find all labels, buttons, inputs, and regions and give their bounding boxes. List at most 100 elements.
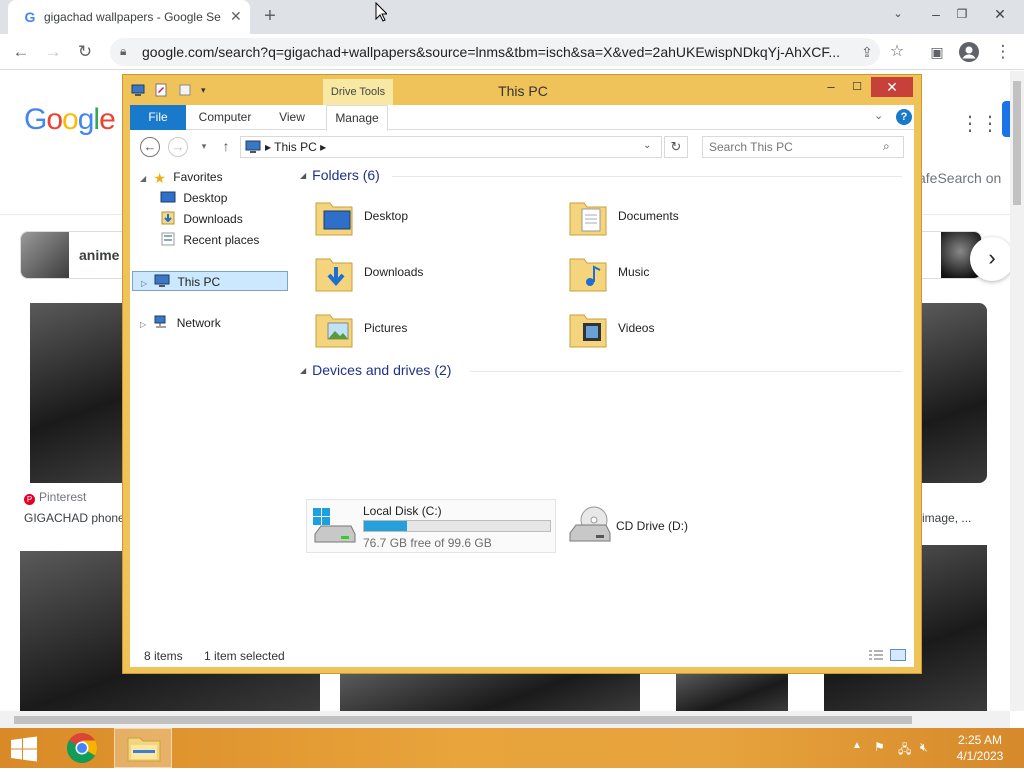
clock-date[interactable]: 4/1/2023	[940, 749, 1020, 763]
tab-manage[interactable]: Manage	[326, 105, 388, 131]
clock-time[interactable]: 2:25 AM	[940, 733, 1020, 747]
folder-label: Pictures	[364, 321, 408, 335]
new-folder-icon[interactable]	[178, 83, 192, 97]
network-icon	[154, 315, 167, 328]
up-arrow-icon[interactable]: ↑	[216, 137, 236, 157]
nav-item-network[interactable]: ▷ Network	[140, 313, 221, 333]
expand-arrow-icon[interactable]: ▷	[141, 274, 151, 294]
folder-icon	[127, 737, 161, 762]
quick-access-toolbar: ▾	[131, 82, 206, 100]
chrome-close-button[interactable]: ✕	[988, 2, 1012, 26]
related-chip-anime[interactable]: anime	[20, 231, 130, 279]
drive-tools-context: Drive Tools	[323, 79, 393, 105]
chrome-icon	[66, 733, 98, 764]
help-icon[interactable]: ?	[896, 109, 912, 125]
nav-label: This PC	[177, 275, 221, 289]
nav-item-this-pc[interactable]: ▷ This PC	[132, 271, 288, 291]
tab-computer[interactable]: Computer	[192, 105, 258, 130]
folder-desktop[interactable]: Desktop	[306, 191, 536, 243]
nav-item-recent-places[interactable]: Recent places	[160, 230, 259, 250]
ribbon-expand-chevron-icon[interactable]: ⌄	[874, 109, 883, 122]
back-arrow-icon[interactable]: ←	[8, 39, 34, 65]
start-button[interactable]	[6, 734, 42, 764]
group-header-folders[interactable]: ◢ Folders (6)	[300, 167, 380, 183]
folder-pictures[interactable]: Pictures	[306, 303, 536, 355]
back-button[interactable]: ←	[140, 137, 160, 157]
image-result[interactable]	[920, 303, 987, 483]
expand-arrow-icon[interactable]: ▷	[140, 315, 150, 335]
location-bar[interactable]: ▸ This PC ▸ ⌄	[240, 136, 662, 158]
explorer-titlebar[interactable]: ▾ Drive Tools This PC – ☐ ✕	[123, 75, 921, 105]
network-tray-icon[interactable]: 🖧︎	[898, 740, 911, 761]
group-divider	[470, 371, 902, 372]
result-source[interactable]: P Pinterest	[24, 490, 86, 505]
scrollbar-thumb[interactable]	[14, 716, 912, 724]
tab-close-icon[interactable]: ✕	[230, 8, 242, 25]
google-logo[interactable]: Google	[24, 103, 116, 137]
search-input[interactable]	[709, 139, 879, 155]
folder-documents[interactable]: Documents	[560, 191, 790, 243]
nav-item-desktop[interactable]: Desktop	[160, 188, 227, 208]
expand-arrow-icon[interactable]: ◢	[140, 169, 150, 189]
details-view-icon[interactable]	[868, 649, 884, 661]
taskbar-chrome[interactable]	[58, 728, 106, 768]
drive-free-space: 76.7 GB free of 99.6 GB	[363, 536, 492, 550]
bookmark-star-icon[interactable]: ☆	[884, 39, 910, 65]
qat-dropdown-icon[interactable]: ▾	[201, 85, 206, 95]
downloads-icon	[161, 211, 175, 225]
hard-drive-icon	[313, 508, 356, 543]
folder-music[interactable]: Music	[560, 247, 790, 299]
minimize-button[interactable]: –	[819, 77, 843, 97]
refresh-icon[interactable]: ↻	[664, 136, 688, 158]
image-result[interactable]	[340, 674, 640, 711]
chip-label: anime	[79, 247, 120, 263]
side-panel-icon[interactable]: ▣	[924, 39, 950, 65]
drive-cd-d[interactable]: CD Drive (D:)	[562, 499, 762, 553]
horizontal-scrollbar[interactable]	[0, 711, 1010, 728]
drive-local-disk-c[interactable]: Local Disk (C:) 76.7 GB free of 99.6 GB	[306, 499, 556, 553]
forward-arrow-icon[interactable]: →	[40, 39, 66, 65]
share-icon[interactable]: ⇪	[854, 39, 880, 65]
group-header-devices[interactable]: ◢ Devices and drives (2)	[300, 362, 451, 378]
action-center-flag-icon[interactable]: ⚑	[874, 740, 885, 754]
recent-locations-chevron-icon[interactable]: ▾	[194, 137, 214, 157]
folder-downloads[interactable]: Downloads	[306, 247, 536, 299]
nav-item-favorites[interactable]: ◢ ★ Favorites	[140, 167, 223, 187]
close-button[interactable]: ✕	[871, 77, 913, 97]
vertical-scrollbar[interactable]	[1010, 71, 1024, 711]
sign-in-button[interactable]	[1002, 101, 1010, 137]
show-hidden-icons-chevron-icon[interactable]: ▲	[852, 740, 862, 751]
folder-label: Documents	[618, 209, 679, 223]
computer-icon	[131, 84, 145, 96]
taskbar-file-explorer[interactable]	[114, 728, 172, 768]
nav-item-downloads[interactable]: Downloads	[160, 209, 243, 229]
large-icons-view-icon[interactable]	[890, 649, 906, 661]
profile-avatar-icon[interactable]	[956, 39, 982, 65]
tab-file[interactable]: File	[130, 105, 186, 130]
search-box[interactable]: ⌕	[702, 136, 904, 158]
pictures-folder-icon	[315, 314, 353, 348]
image-result[interactable]	[30, 303, 122, 483]
forward-button[interactable]: →	[168, 137, 188, 157]
browser-tab[interactable]: G gigachad wallpapers - Google Se ✕	[8, 0, 250, 34]
result-caption[interactable]: GIGACHAD phone	[24, 511, 125, 525]
chrome-menu-icon[interactable]: ⋮	[990, 39, 1016, 65]
chrome-minimize-button[interactable]: –	[924, 2, 948, 26]
location-dropdown-icon[interactable]: ⌄	[643, 140, 651, 151]
new-tab-button[interactable]: +	[258, 4, 282, 28]
scrollbar-thumb[interactable]	[1013, 81, 1021, 205]
image-result[interactable]	[676, 674, 788, 711]
volume-muted-icon[interactable]: 🔇︎	[920, 740, 928, 755]
chrome-restore-button[interactable]: ❐	[950, 2, 974, 26]
properties-icon[interactable]	[154, 83, 168, 97]
address-bar[interactable]: 🔒︎ google.com/search?q=gigachad+wallpape…	[110, 38, 880, 66]
chevron-right-icon[interactable]: ›	[970, 237, 1010, 281]
location-path: ▸ This PC ▸	[265, 140, 327, 154]
videos-folder-icon	[569, 314, 607, 348]
folder-videos[interactable]: Videos	[560, 303, 790, 355]
maximize-button[interactable]: ☐	[845, 77, 869, 97]
tab-view[interactable]: View	[270, 105, 314, 130]
tab-search-chevron-icon[interactable]: ⌄	[886, 2, 910, 26]
safesearch-label[interactable]: afeSearch on	[918, 170, 1001, 186]
reload-icon[interactable]: ↻	[72, 39, 98, 65]
